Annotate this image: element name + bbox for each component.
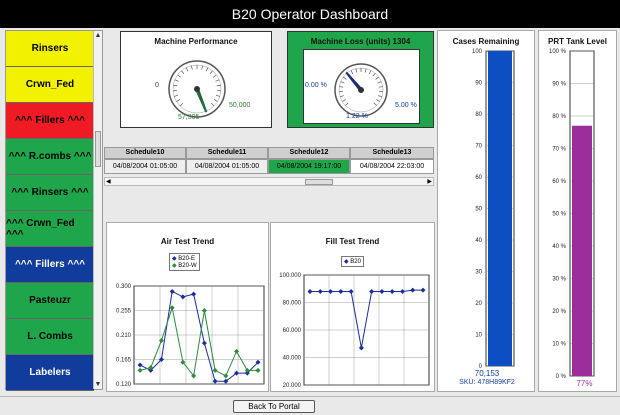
y-tick-label: 60.000 (283, 328, 302, 334)
sidebar-item-6[interactable]: ^^^ Fillers ^^^ (6, 247, 94, 283)
sidebar-item-3[interactable]: ^^^ R.combs ^^^ (6, 139, 94, 175)
sidebar-item-2[interactable]: ^^^ Fillers ^^^ (6, 103, 94, 139)
schedule-header-10[interactable]: Schedule10 (104, 147, 186, 159)
window-title-bar: B20 Operator Dashboard (0, 0, 620, 28)
y-tick-label: 10 % (552, 342, 566, 348)
y-tick-label: 10 (475, 333, 482, 339)
y-tick-label: 80 (475, 112, 482, 118)
y-tick-label: 100 % (549, 49, 567, 55)
scroll-right-icon[interactable]: ▶ (427, 178, 432, 186)
machine-performance-panel: Machine Performance 0 50,000 57,305 (120, 31, 272, 128)
sidebar-item-9[interactable]: Labelers (6, 355, 94, 391)
y-tick-label: 80.000 (283, 301, 302, 307)
level-bar (488, 51, 512, 366)
y-tick-label: 20.000 (283, 383, 302, 389)
prt-tank-panel: PRT Tank Level 100 % 90 % 80 % 70 % 60 % 50 %… (538, 30, 617, 392)
y-tick-label: 40 (475, 238, 482, 244)
loss-value-label: 1.22 % (346, 113, 368, 120)
y-tick-label: 100.000 (279, 273, 301, 279)
y-tick-label: 50 % (552, 212, 566, 218)
scroll-down-icon[interactable]: ▼ (94, 380, 102, 389)
y-tick-label: 30 % (552, 277, 566, 283)
schedule-cell-10[interactable]: 04/08/2004 01:05:00 (104, 159, 186, 174)
machine-loss-panel: Machine Loss (units) 1304 0.00 % 5.00 % … (287, 31, 434, 128)
back-to-portal-button[interactable]: Back To Portal (233, 400, 315, 413)
sidebar-item-7[interactable]: Pasteuzr (6, 283, 94, 319)
loss-min-label: 0.00 % (305, 82, 327, 89)
sidebar-item-5[interactable]: ^^^ Crwn_Fed ^^^ (6, 211, 94, 247)
level-bar (572, 125, 592, 376)
scroll-up-icon[interactable]: ▲ (94, 31, 102, 40)
y-tick-label: 70 (475, 144, 482, 150)
y-tick-label: 70 % (552, 147, 566, 153)
schedule-table: Schedule10 Schedule11 Schedule12 Schedul… (104, 147, 434, 195)
scroll-left-icon[interactable]: ◀ (106, 178, 111, 186)
y-tick-label: 100 (472, 49, 483, 55)
schedule-scroll-thumb[interactable] (305, 179, 333, 185)
y-tick-label: 90 % (552, 82, 566, 88)
sidebar-item-8[interactable]: L. Combs (6, 319, 94, 355)
sidebar-scrollbar[interactable]: ▲ ▼ (93, 31, 102, 389)
cases-remaining-gauge: 1009080706050403020100 (472, 49, 515, 370)
schedule-scrollbar[interactable]: ◀ ▶ (104, 177, 434, 186)
y-tick-label: 0.300 (116, 284, 132, 290)
prt-tank-value: 77% (576, 379, 593, 388)
air-test-chart-panel: Air Test Trend ◆ B20-E ◆ B20-W 0.300 0.25… (106, 222, 269, 392)
y-tick-label: 20 (475, 301, 482, 307)
schedule-header-11[interactable]: Schedule11 (186, 147, 268, 159)
performance-min-label: 0 (155, 82, 159, 89)
cases-remaining-value: 70,153 (474, 369, 500, 378)
y-tick-label: 0.255 (116, 309, 132, 315)
y-tick-label: 90 (475, 81, 482, 87)
y-tick-label: 80 % (552, 114, 566, 120)
sidebar-item-1[interactable]: Crwn_Fed (6, 67, 94, 103)
machine-sidebar: Rinsers Crwn_Fed ^^^ Fillers ^^^ ^^^ R.comb… (5, 30, 103, 391)
y-tick-label: 50 (475, 207, 482, 213)
y-tick-label: 40 % (552, 244, 566, 250)
cases-remaining-panel: Cases Remaining 100 90 80 70 60 50 40 30 20 10 0 7… (437, 30, 535, 392)
schedule-header-12[interactable]: Schedule12 (268, 147, 350, 159)
loss-max-label: 5.00 % (395, 102, 417, 109)
schedule-cell-13[interactable]: 04/08/2004 22:03:00 (350, 159, 434, 174)
performance-max-label: 50,000 (229, 102, 251, 109)
sku-label: SKU: 478H89KF2 (459, 379, 515, 386)
y-tick-label: 0.165 (116, 358, 132, 364)
scroll-thumb[interactable] (95, 131, 101, 167)
y-tick-label: 40.000 (283, 356, 302, 362)
y-tick-label: 0.120 (116, 382, 132, 388)
y-tick-label: 60 (475, 175, 482, 181)
sidebar-item-4[interactable]: ^^^ Rinsers ^^^ (6, 175, 94, 211)
y-tick-label: 60 % (552, 179, 566, 185)
window-title: B20 Operator Dashboard (231, 6, 389, 22)
air-test-chart: 0.300 0.255 0.210 0.165 0.120 (116, 284, 265, 388)
performance-value-label: 57,305 (178, 114, 200, 121)
prt-tank-gauge: 100 % 90 % 80 % 70 % 60 % 50 % 40 % 30 % 20 % 10 … (549, 49, 595, 380)
y-tick-label: 0.210 (116, 333, 132, 339)
fill-test-chart: 100.000 80.000 60.000 40.000 20.000 (279, 273, 430, 389)
schedule-cell-12[interactable]: 04/08/2004 19:17:00 (268, 159, 350, 174)
fill-test-chart-panel: Fill Test Trend ◆ B20 100.000 80.000 60.00… (270, 222, 435, 392)
sidebar-item-0[interactable]: Rinsers (6, 31, 94, 67)
y-tick-label: 30 (475, 270, 482, 276)
schedule-header-13[interactable]: Schedule13 (350, 147, 434, 159)
y-tick-label: 20 % (552, 309, 566, 315)
schedule-cell-11[interactable]: 04/08/2004 01:05:00 (186, 159, 268, 174)
